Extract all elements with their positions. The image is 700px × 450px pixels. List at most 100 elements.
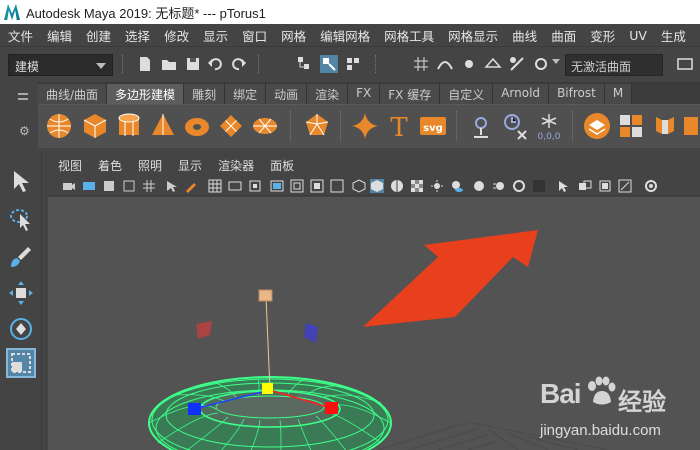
super-shape-icon[interactable]: [350, 111, 380, 141]
snap-view-plane-icon[interactable]: [484, 55, 502, 73]
sweep-mesh-icon[interactable]: [466, 111, 496, 141]
poly-cone-icon[interactable]: [148, 111, 178, 141]
open-scene-icon[interactable]: [160, 55, 178, 73]
platonic-solid-icon[interactable]: [302, 111, 332, 141]
lasso-tool[interactable]: [6, 204, 36, 234]
select-tool[interactable]: [6, 166, 36, 196]
x-axis-handle[interactable]: [325, 402, 338, 414]
motion-blur-icon[interactable]: [492, 179, 506, 193]
panel-menu-view[interactable]: 视图: [58, 157, 82, 174]
y-axis-handle[interactable]: [258, 289, 273, 302]
safe-action-icon[interactable]: [310, 179, 324, 193]
tab-sculpting[interactable]: 雕刻: [184, 84, 226, 104]
poly-torus-icon[interactable]: [182, 111, 212, 141]
wireframe-icon[interactable]: [352, 179, 366, 193]
snap-options-icon[interactable]: [532, 55, 550, 73]
center-handle[interactable]: [262, 383, 273, 394]
resolution-gate-icon[interactable]: [248, 179, 262, 193]
poly-plane-icon[interactable]: [216, 111, 246, 141]
shelf-menu-icon[interactable]: [18, 93, 28, 100]
combine-icon[interactable]: [616, 111, 646, 141]
menu-display[interactable]: 显示: [203, 26, 228, 45]
snowflake-icon[interactable]: 0,0,0: [534, 111, 564, 141]
redo-icon[interactable]: [230, 55, 248, 73]
tab-curves-surfaces[interactable]: 曲线/曲面: [38, 84, 108, 104]
menu-mesh-display[interactable]: 网格显示: [448, 26, 498, 45]
xray-icon[interactable]: [578, 179, 592, 193]
svg-tool-icon[interactable]: svg: [418, 111, 448, 141]
menu-file[interactable]: 文件: [8, 26, 33, 45]
tab-bifrost[interactable]: Bifrost: [549, 84, 605, 104]
menu-surfaces[interactable]: 曲面: [551, 26, 576, 45]
tab-rendering[interactable]: 渲染: [307, 84, 349, 104]
safe-title-icon[interactable]: [330, 179, 344, 193]
bookmark-icon[interactable]: [102, 179, 116, 193]
panel-menu-lighting[interactable]: 照明: [138, 157, 162, 174]
wireframe-on-shaded-icon[interactable]: [390, 179, 404, 193]
camera-icon[interactable]: [62, 179, 76, 193]
panel-menu-show[interactable]: 显示: [178, 157, 202, 174]
menu-edit[interactable]: 编辑: [47, 26, 72, 45]
field-chart-icon[interactable]: [290, 179, 304, 193]
select-object-icon[interactable]: [320, 55, 338, 73]
depth-of-field-icon[interactable]: [532, 179, 546, 193]
grid-icon[interactable]: [208, 179, 222, 193]
poly-sphere-icon[interactable]: [44, 111, 74, 141]
menu-select[interactable]: 选择: [125, 26, 150, 45]
render-icon[interactable]: [676, 55, 694, 73]
type-tool-icon[interactable]: T: [384, 111, 414, 141]
shadows-icon[interactable]: [450, 179, 464, 193]
new-scene-icon[interactable]: [136, 55, 154, 73]
z-axis-handle[interactable]: [188, 403, 201, 415]
panel-menu-panels[interactable]: 面板: [270, 157, 294, 174]
gear-icon[interactable]: ⚙: [19, 124, 30, 138]
textured-icon[interactable]: [410, 179, 424, 193]
grid-toggle-icon[interactable]: [142, 179, 156, 193]
2d-pan-icon[interactable]: [164, 179, 178, 193]
snap-live-icon[interactable]: [508, 55, 526, 73]
menu-curves[interactable]: 曲线: [512, 26, 537, 45]
menu-mesh-tools[interactable]: 网格工具: [384, 26, 434, 45]
panel-menu-renderer[interactable]: 渲染器: [218, 157, 254, 174]
tab-fx-caching[interactable]: FX 缓存: [380, 84, 441, 104]
grease-pencil-icon[interactable]: [184, 179, 198, 193]
rotate-tool[interactable]: [6, 314, 36, 344]
gate-mask-icon[interactable]: [270, 179, 284, 193]
menu-edit-mesh[interactable]: 编辑网格: [320, 26, 370, 45]
separate-icon[interactable]: [650, 111, 680, 141]
poly-cube-icon[interactable]: [80, 111, 110, 141]
select-hierarchy-icon[interactable]: [296, 55, 314, 73]
undo-icon[interactable]: [206, 55, 224, 73]
menu-uv[interactable]: UV: [629, 28, 647, 43]
screen-space-ao-icon[interactable]: [472, 179, 486, 193]
xray-joints-icon[interactable]: [618, 179, 632, 193]
menu-mesh[interactable]: 网格: [281, 26, 306, 45]
menu-deform[interactable]: 变形: [590, 26, 615, 45]
snap-curve-icon[interactable]: [436, 55, 454, 73]
tab-mash[interactable]: M: [604, 84, 633, 104]
select-component-icon[interactable]: [344, 55, 362, 73]
extract-icon[interactable]: [680, 111, 700, 141]
panel-menu-shading[interactable]: 着色: [98, 157, 122, 174]
tab-custom[interactable]: 自定义: [440, 84, 494, 104]
clock-delete-icon[interactable]: [500, 111, 530, 141]
save-scene-icon[interactable]: [184, 55, 202, 73]
menu-set-dropdown[interactable]: 建模: [8, 54, 113, 76]
poly-cylinder-icon[interactable]: [114, 111, 144, 141]
xy-plane-handle[interactable]: [196, 321, 212, 339]
multisample-aa-icon[interactable]: [512, 179, 526, 193]
tab-poly-modeling[interactable]: 多边形建模: [107, 84, 185, 104]
tab-arnold[interactable]: Arnold: [493, 84, 550, 104]
scene-viewport[interactable]: [48, 197, 700, 450]
layers-icon[interactable]: [582, 111, 612, 141]
all-lights-icon[interactable]: [430, 179, 444, 193]
live-surface-field[interactable]: 无激活曲面: [565, 54, 663, 76]
isolate-select-icon[interactable]: [556, 179, 570, 193]
smooth-shade-icon[interactable]: [370, 179, 384, 193]
yz-plane-handle[interactable]: [304, 323, 318, 343]
tab-rigging[interactable]: 绑定: [225, 84, 267, 104]
scale-tool[interactable]: [6, 348, 36, 378]
paint-select-tool[interactable]: [6, 242, 36, 272]
snap-grid-icon[interactable]: [412, 55, 430, 73]
menu-generate[interactable]: 生成: [661, 26, 686, 45]
